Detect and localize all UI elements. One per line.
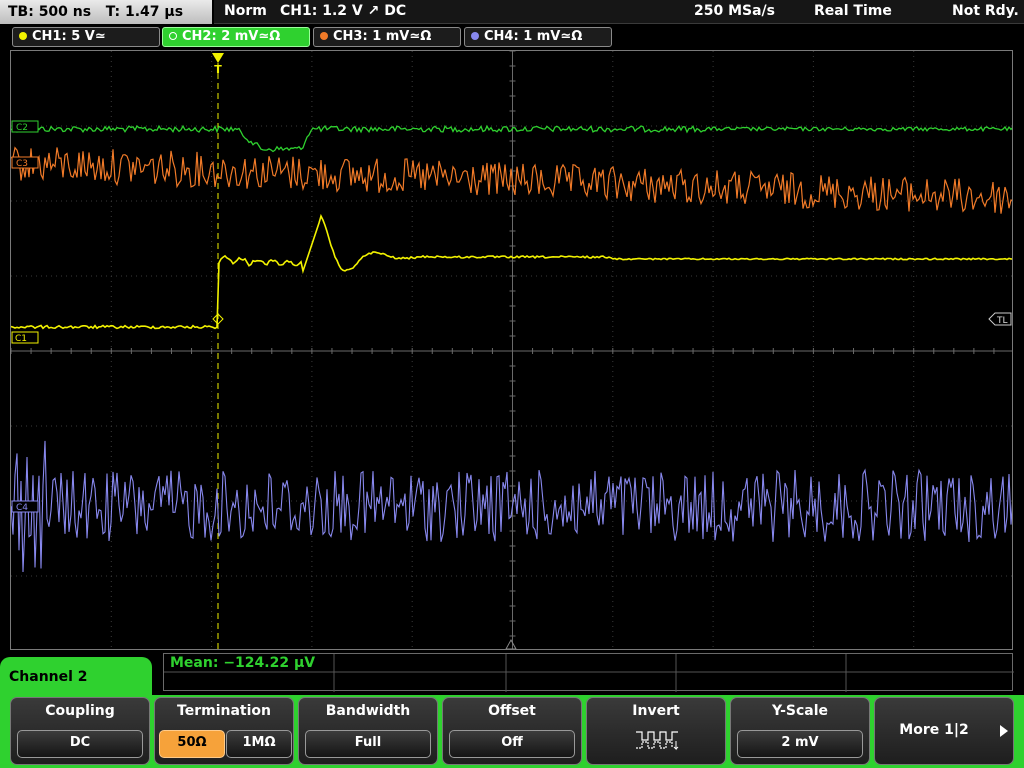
ch1-ground-marker[interactable]: C1	[11, 331, 39, 344]
termination-option-1mohm[interactable]: 1MΩ	[226, 730, 292, 758]
offset-title: Offset	[488, 703, 536, 719]
trigger-level-label: TL	[996, 316, 1008, 326]
trigger-level-marker[interactable]: TL	[988, 312, 1012, 326]
bandwidth-title: Bandwidth	[325, 703, 411, 719]
channel-tab-ch4[interactable]: CH4: 1 mV≃Ω	[464, 27, 612, 47]
bandwidth-value[interactable]: Full	[305, 730, 431, 758]
ch4-marker-label: C4	[16, 503, 28, 513]
arrow-right-icon	[1000, 725, 1008, 737]
offset-value[interactable]: Off	[449, 730, 575, 758]
trigger-marker-label: T	[214, 63, 222, 76]
offset-softkey[interactable]: Offset Off	[442, 697, 582, 765]
trigger-time-value: T: 1.47 µs	[105, 4, 184, 20]
invert-title: Invert	[632, 703, 680, 719]
channel-tab-ch1[interactable]: CH1: 5 V≃	[12, 27, 160, 47]
trigger-mode[interactable]: Norm	[224, 0, 267, 23]
more-softkey[interactable]: More 1|2	[874, 697, 1014, 765]
ch1-marker-label: C1	[15, 334, 27, 344]
trigger-position-marker[interactable]: T	[212, 53, 224, 76]
channel-tab-ch2[interactable]: CH2: 2 mV≃Ω	[162, 27, 310, 47]
ch4-tab-label: CH4: 1 mV≃Ω	[484, 29, 583, 44]
ch2-marker-label: C2	[16, 123, 28, 133]
ch3-ground-marker[interactable]: C3	[11, 156, 39, 169]
ch3-marker-label: C3	[16, 159, 28, 169]
acquisition-mode: Real Time	[814, 3, 892, 19]
ch1-tab-label: CH1: 5 V≃	[32, 29, 106, 44]
waveform-display[interactable]: T C2 C3 C1 C4 TL	[10, 50, 1013, 650]
ch2-color-dot	[169, 32, 177, 40]
termination-option-50ohm[interactable]: 50Ω	[159, 730, 225, 758]
ch2-ground-marker[interactable]: C2	[11, 120, 39, 133]
coupling-softkey[interactable]: Coupling DC	[10, 697, 150, 765]
timebase-readout[interactable]: TB: 500 ns T: 1.47 µs	[0, 0, 212, 24]
ch1-color-dot	[19, 32, 27, 40]
graticule	[11, 51, 1012, 649]
coupling-value[interactable]: DC	[17, 730, 143, 758]
horizontal-reference-marker	[505, 638, 517, 649]
ch2-tab-label: CH2: 2 mV≃Ω	[182, 29, 281, 44]
more-label: More 1|2	[899, 722, 969, 738]
waveform-canvas: T C2 C3 C1 C4 TL	[11, 51, 1012, 649]
ch4-color-dot	[471, 32, 479, 40]
y-scale-softkey[interactable]: Y-Scale 2 mV	[730, 697, 870, 765]
ch3-color-dot	[320, 32, 328, 40]
inverted-square-wave-icon	[636, 731, 679, 751]
ch4-ground-marker[interactable]: C4	[11, 500, 39, 513]
termination-softkey[interactable]: Termination 50Ω 1MΩ	[154, 697, 294, 765]
termination-title: Termination	[177, 703, 271, 719]
measurement-mean[interactable]: Mean: −124.22 µV	[170, 654, 315, 672]
invert-softkey[interactable]: Invert	[586, 697, 726, 765]
trigger-info[interactable]: CH1: 1.2 V ↗ DC	[280, 0, 406, 23]
timebase-value: TB: 500 ns	[8, 4, 92, 20]
bandwidth-softkey[interactable]: Bandwidth Full	[298, 697, 438, 765]
ready-state: Not Rdy.	[952, 3, 1019, 19]
sample-rate: 250 MSa/s	[694, 3, 776, 19]
y-scale-value[interactable]: 2 mV	[737, 730, 863, 758]
coupling-title: Coupling	[45, 703, 115, 719]
ch3-tab-label: CH3: 1 mV≃Ω	[333, 29, 432, 44]
channel-tab-ch3[interactable]: CH3: 1 mV≃Ω	[313, 27, 461, 47]
status-bar: Norm CH1: 1.2 V ↗ DC 250 MSa/s Real Time…	[214, 0, 1024, 24]
y-scale-title: Y-Scale	[771, 703, 828, 719]
